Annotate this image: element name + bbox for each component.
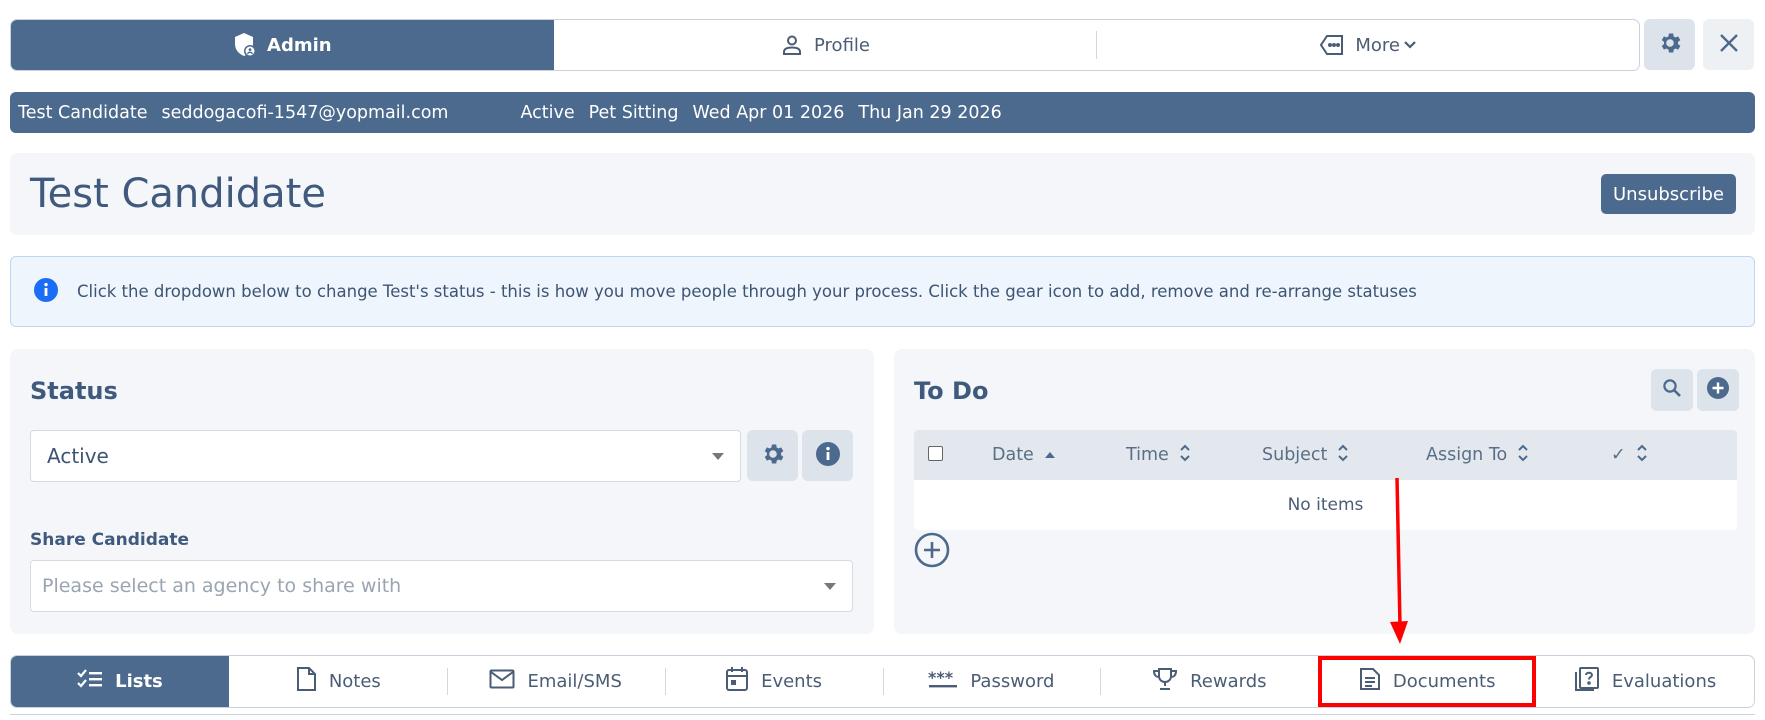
next-section-edge [10, 714, 1755, 720]
add-todo-button[interactable] [914, 532, 950, 572]
tab-documents-label: Documents [1392, 671, 1496, 692]
tag-icon [1319, 34, 1345, 56]
todo-card: To Do Date Time Subject Assign To ✓ No i… [894, 349, 1755, 634]
info-alert: Click the dropdown below to change Test'… [10, 256, 1755, 327]
question-file-icon [1574, 666, 1600, 697]
tab-password[interactable]: *** Password [882, 656, 1101, 707]
status-dropdown[interactable]: Active [30, 430, 741, 482]
todo-add-button[interactable] [1697, 369, 1739, 411]
calendar-icon [725, 666, 749, 697]
sort-icon [1636, 443, 1648, 468]
user-icon [780, 33, 804, 57]
tab-lists[interactable]: Lists [11, 656, 229, 707]
tab-email-sms[interactable]: Email/SMS [446, 656, 665, 707]
checklist-icon [77, 668, 103, 695]
share-placeholder: Please select an agency to share with [42, 575, 402, 597]
tab-email-sms-label: Email/SMS [527, 671, 622, 692]
select-all-checkbox[interactable] [928, 446, 943, 461]
tab-documents[interactable]: Documents [1318, 656, 1537, 707]
caret-down-icon [712, 453, 724, 460]
tab-notes[interactable]: Notes [229, 656, 447, 707]
col-done[interactable]: ✓ [1611, 430, 1648, 480]
gear-icon [1657, 30, 1683, 60]
summary-service: Pet Sitting [588, 102, 679, 123]
tab-profile-label: Profile [814, 34, 870, 56]
col-assign-to-label: Assign To [1426, 445, 1508, 465]
status-info-button[interactable] [802, 430, 853, 481]
summary-date-1: Wed Apr 01 2026 [692, 102, 845, 123]
shield-user-icon [233, 32, 257, 58]
search-icon [1662, 378, 1682, 402]
col-time-label: Time [1126, 445, 1169, 465]
tab-notes-label: Notes [328, 671, 381, 692]
tab-evaluations-label: Evaluations [1611, 671, 1717, 692]
candidate-header: Test Candidate Unsubscribe [10, 153, 1755, 235]
share-agency-dropdown[interactable]: Please select an agency to share with [30, 560, 853, 612]
page-title: Test Candidate [30, 171, 326, 217]
tab-profile[interactable]: Profile [554, 20, 1097, 70]
tab-evaluations[interactable]: Evaluations [1536, 656, 1754, 707]
settings-button[interactable] [1644, 19, 1695, 70]
todo-title: To Do [914, 377, 989, 405]
tab-lists-label: Lists [115, 671, 163, 692]
svg-text:***: *** [928, 669, 954, 687]
col-date[interactable]: Date [992, 430, 1056, 480]
info-icon [815, 441, 841, 471]
col-time[interactable]: Time [1126, 430, 1191, 480]
tab-events[interactable]: Events [664, 656, 883, 707]
tab-rewards[interactable]: Rewards [1100, 656, 1318, 707]
chevron-down-icon [1404, 40, 1416, 50]
summary-status: Active [520, 102, 575, 123]
file-icon [295, 666, 317, 697]
unsubscribe-button[interactable]: Unsubscribe [1601, 174, 1736, 214]
close-button[interactable] [1703, 19, 1754, 70]
status-settings-button[interactable] [747, 430, 798, 481]
sort-icon [1517, 443, 1529, 468]
tab-more[interactable]: More [1096, 20, 1639, 70]
summary-name: Test Candidate [18, 102, 148, 123]
close-icon [1719, 33, 1739, 57]
summary-date-2: Thu Jan 29 2026 [858, 102, 1002, 123]
plus-circle-icon [1706, 376, 1730, 404]
status-selected-value: Active [47, 444, 109, 468]
col-assign-to[interactable]: Assign To [1426, 430, 1529, 480]
tab-admin-label: Admin [267, 34, 332, 56]
top-tab-bar: Admin Profile More [10, 19, 1640, 71]
status-title: Status [30, 377, 118, 405]
plus-circle-outline-icon [914, 532, 950, 572]
col-date-label: Date [992, 445, 1034, 465]
todo-empty-message: No items [1287, 495, 1364, 515]
document-icon [1359, 667, 1381, 696]
envelope-icon [489, 669, 515, 694]
todo-search-button[interactable] [1651, 369, 1693, 411]
gear-icon [760, 441, 786, 471]
tab-admin[interactable]: Admin [11, 20, 554, 70]
asterisks-icon: *** [928, 668, 958, 694]
tab-events-label: Events [761, 671, 823, 692]
summary-email: seddogacofi-1547@yopmail.com [161, 102, 449, 123]
tab-more-label: More [1355, 34, 1400, 56]
candidate-summary-strip: Test Candidate seddogacofi-1547@yopmail.… [10, 92, 1755, 133]
info-circle-icon [33, 277, 59, 307]
alert-text: Click the dropdown below to change Test'… [77, 282, 1417, 301]
bottom-tab-bar: Lists Notes Email/SMS Events *** Passwor… [10, 655, 1755, 708]
tab-password-label: Password [970, 671, 1055, 692]
trophy-icon [1152, 667, 1178, 696]
share-candidate-label: Share Candidate [30, 530, 189, 550]
col-subject-label: Subject [1262, 445, 1328, 465]
col-subject[interactable]: Subject [1262, 430, 1349, 480]
todo-table: Date Time Subject Assign To ✓ No items [914, 430, 1737, 530]
sort-asc-icon [1044, 445, 1056, 465]
annotation-arrow [1390, 478, 1408, 644]
todo-table-header: Date Time Subject Assign To ✓ [914, 430, 1737, 480]
sort-icon [1337, 443, 1349, 468]
col-done-label: ✓ [1611, 445, 1626, 465]
tab-rewards-label: Rewards [1190, 671, 1267, 692]
status-card: Status Active Share Candidate Please sel… [10, 349, 874, 634]
sort-icon [1179, 443, 1191, 468]
caret-down-icon [824, 583, 836, 590]
